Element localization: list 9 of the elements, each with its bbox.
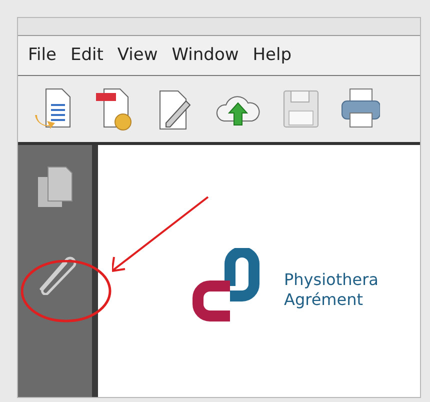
logo-text: Agrément xyxy=(284,290,364,310)
menu-item[interactable]: File xyxy=(28,42,56,68)
pages-icon[interactable] xyxy=(36,165,74,209)
menu-item[interactable]: Window xyxy=(172,42,239,68)
menu-item[interactable]: View xyxy=(117,42,158,68)
logo-text: Physiothera xyxy=(284,270,378,290)
document-settings-icon[interactable] xyxy=(94,87,134,131)
menu-item[interactable]: Help xyxy=(252,42,292,68)
menu-item[interactable]: Edit xyxy=(70,42,104,68)
